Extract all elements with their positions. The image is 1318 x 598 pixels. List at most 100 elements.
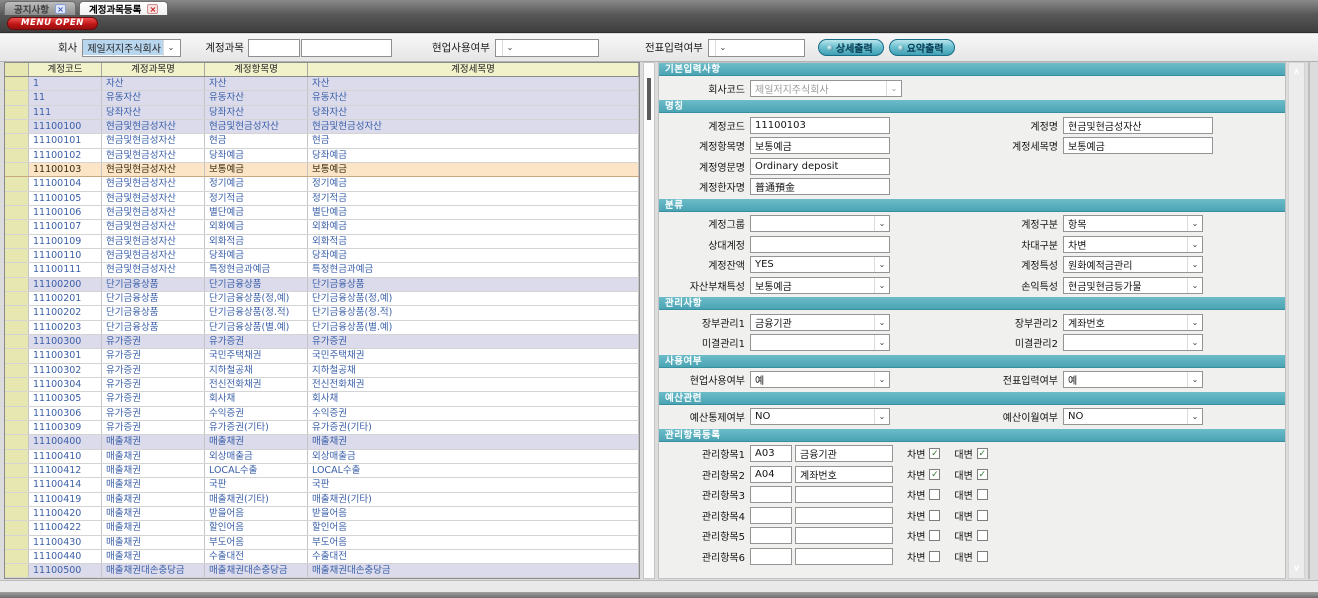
row-selector[interactable] xyxy=(5,521,29,534)
account-group-select[interactable]: ⌄ xyxy=(750,215,890,232)
row-selector[interactable] xyxy=(5,292,29,305)
account-balance-select[interactable]: YES⌄ xyxy=(750,256,890,273)
mgmt-item-code-field[interactable] xyxy=(750,486,792,503)
mgmt-item-code-field[interactable] xyxy=(750,466,792,483)
account-code-input[interactable] xyxy=(248,39,300,57)
menu-open-button[interactable]: MENU OPEN xyxy=(7,17,98,30)
debit-checkbox[interactable]: ✓ xyxy=(929,448,940,459)
row-selector[interactable] xyxy=(5,564,29,577)
row-selector[interactable] xyxy=(5,235,29,248)
book-mgmt2-select[interactable]: 계좌번호⌄ xyxy=(1063,314,1203,331)
row-selector[interactable] xyxy=(5,278,29,291)
account-code-field[interactable] xyxy=(750,117,890,134)
table-row[interactable]: 11100200단기금융상품단기금융상품단기금융상품 xyxy=(5,278,639,292)
table-row[interactable]: 11100412매출채권LOCAL수출LOCAL수출 xyxy=(5,464,639,478)
row-selector[interactable] xyxy=(5,421,29,434)
table-row[interactable]: 11100111현금및현금성자산특정현금과예금특정현금과예금 xyxy=(5,263,639,277)
credit-checkbox[interactable]: ✓ xyxy=(977,469,988,480)
english-name-field[interactable] xyxy=(750,158,890,175)
table-row[interactable]: 11100420매출채권받을어음받을어음 xyxy=(5,507,639,521)
table-row[interactable]: 11100103현금및현금성자산보통예금보통예금 xyxy=(5,163,639,177)
pending-mgmt2-select[interactable]: ⌄ xyxy=(1063,334,1203,351)
mgmt-item-name-field[interactable] xyxy=(795,445,893,462)
table-row[interactable]: 11100440매출채권수출대전수출대전 xyxy=(5,550,639,564)
mgmt-item-code-field[interactable] xyxy=(750,445,792,462)
scroll-up-icon[interactable]: ∧ xyxy=(1289,67,1304,77)
debit-checkbox[interactable]: ✓ xyxy=(929,469,940,480)
slip-entry-select[interactable]: ⌄ xyxy=(708,39,805,57)
table-row[interactable]: 11100100현금및현금성자산현금및현금성자산현금및현금성자산 xyxy=(5,120,639,134)
row-selector[interactable] xyxy=(5,177,29,190)
table-row[interactable]: 11100101현금및현금성자산현금현금 xyxy=(5,134,639,148)
table-row[interactable]: 11100306유가증권수익증권수익증권 xyxy=(5,407,639,421)
table-row[interactable]: 11100202단기금융상품단기금융상품(정.적)단기금융상품(정.적) xyxy=(5,306,639,320)
table-row[interactable]: 11유동자산유동자산유동자산 xyxy=(5,91,639,105)
mgmt-item-name-field[interactable] xyxy=(795,486,893,503)
table-row[interactable]: 11100305유가증권회사채회사채 xyxy=(5,392,639,406)
tab-account-registration[interactable]: 계정과목등록 × xyxy=(79,1,168,15)
pending-mgmt1-select[interactable]: ⌄ xyxy=(750,334,890,351)
detail-print-button[interactable]: 상세출력 xyxy=(818,39,884,56)
table-row[interactable]: 11100414매출채권국판국판 xyxy=(5,478,639,492)
scroll-down-icon[interactable]: ∨ xyxy=(1289,564,1304,574)
account-name-input[interactable] xyxy=(301,39,392,57)
debit-checkbox[interactable] xyxy=(929,489,940,500)
row-selector[interactable] xyxy=(5,478,29,491)
row-selector[interactable] xyxy=(5,536,29,549)
hanja-name-field[interactable] xyxy=(750,178,890,195)
mgmt-item-name-field[interactable] xyxy=(795,527,893,544)
table-row[interactable]: 11100419매출채권매출채권(기타)매출채권(기타) xyxy=(5,493,639,507)
account-name-field[interactable] xyxy=(1063,117,1213,134)
credit-checkbox[interactable] xyxy=(977,551,988,562)
row-selector[interactable] xyxy=(5,220,29,233)
row-selector[interactable] xyxy=(5,550,29,563)
budget-carryover-select[interactable]: NO⌄ xyxy=(1063,408,1203,425)
credit-checkbox[interactable]: ✓ xyxy=(977,448,988,459)
mgmt-item-name-field[interactable] xyxy=(795,548,893,565)
table-row[interactable]: 111당좌자산당좌자산당좌자산 xyxy=(5,106,639,120)
table-row[interactable]: 11100304유가증권전신전화채권전신전화채권 xyxy=(5,378,639,392)
debit-checkbox[interactable] xyxy=(929,551,940,562)
company-select[interactable]: 제일저지주식회사 ⌄ xyxy=(82,39,181,57)
field-use-detail-select[interactable]: 예⌄ xyxy=(750,371,890,388)
row-selector[interactable] xyxy=(5,106,29,119)
account-division-select[interactable]: 항목⌄ xyxy=(1063,215,1203,232)
row-selector[interactable] xyxy=(5,349,29,362)
row-selector[interactable] xyxy=(5,163,29,176)
row-selector[interactable] xyxy=(5,91,29,104)
table-row[interactable]: 11100107현금및현금성자산외화예금외화예금 xyxy=(5,220,639,234)
table-row[interactable]: 11100109현금및현금성자산외화적금외화적금 xyxy=(5,235,639,249)
row-selector[interactable] xyxy=(5,149,29,162)
row-selector[interactable] xyxy=(5,120,29,133)
row-selector[interactable] xyxy=(5,464,29,477)
row-selector[interactable] xyxy=(5,493,29,506)
table-row[interactable]: 11100105현금및현금성자산정기적금정기적금 xyxy=(5,192,639,206)
detail-scrollbar[interactable]: ∧ ∨ xyxy=(1288,62,1305,579)
row-selector[interactable] xyxy=(5,407,29,420)
table-row[interactable]: 11100309유가증권유가증권(기타)유가증권(기타) xyxy=(5,421,639,435)
mgmt-item-code-field[interactable] xyxy=(750,527,792,544)
slip-entry-detail-select[interactable]: 예⌄ xyxy=(1063,371,1203,388)
mgmt-item-code-field[interactable] xyxy=(750,507,792,524)
table-row[interactable]: 1자산자산자산 xyxy=(5,77,639,91)
row-selector[interactable] xyxy=(5,192,29,205)
mgmt-item-code-field[interactable] xyxy=(750,548,792,565)
grid-scrollbar-thumb[interactable] xyxy=(647,78,651,120)
summary-print-button[interactable]: 요약출력 xyxy=(889,39,955,56)
table-row[interactable]: 11100106현금및현금성자산별단예금별단예금 xyxy=(5,206,639,220)
row-selector[interactable] xyxy=(5,450,29,463)
row-selector[interactable] xyxy=(5,249,29,262)
table-row[interactable]: 11100400매출채권매출채권매출채권 xyxy=(5,435,639,449)
table-row[interactable]: 11100422매출채권할인어음할인어음 xyxy=(5,521,639,535)
row-selector[interactable] xyxy=(5,392,29,405)
mgmt-item-name-field[interactable] xyxy=(795,507,893,524)
row-selector[interactable] xyxy=(5,77,29,90)
table-row[interactable]: 11100301유가증권국민주택채권국민주택채권 xyxy=(5,349,639,363)
table-row[interactable]: 11100410매출채권외상매출금외상매출금 xyxy=(5,450,639,464)
debit-checkbox[interactable] xyxy=(929,530,940,541)
account-trait-select[interactable]: 원화예적금관리⌄ xyxy=(1063,256,1203,273)
row-selector[interactable] xyxy=(5,306,29,319)
table-row[interactable]: 11100102현금및현금성자산당좌예금당좌예금 xyxy=(5,149,639,163)
table-row[interactable]: 11100302유가증권지하철공채지하철공채 xyxy=(5,364,639,378)
credit-checkbox[interactable] xyxy=(977,489,988,500)
